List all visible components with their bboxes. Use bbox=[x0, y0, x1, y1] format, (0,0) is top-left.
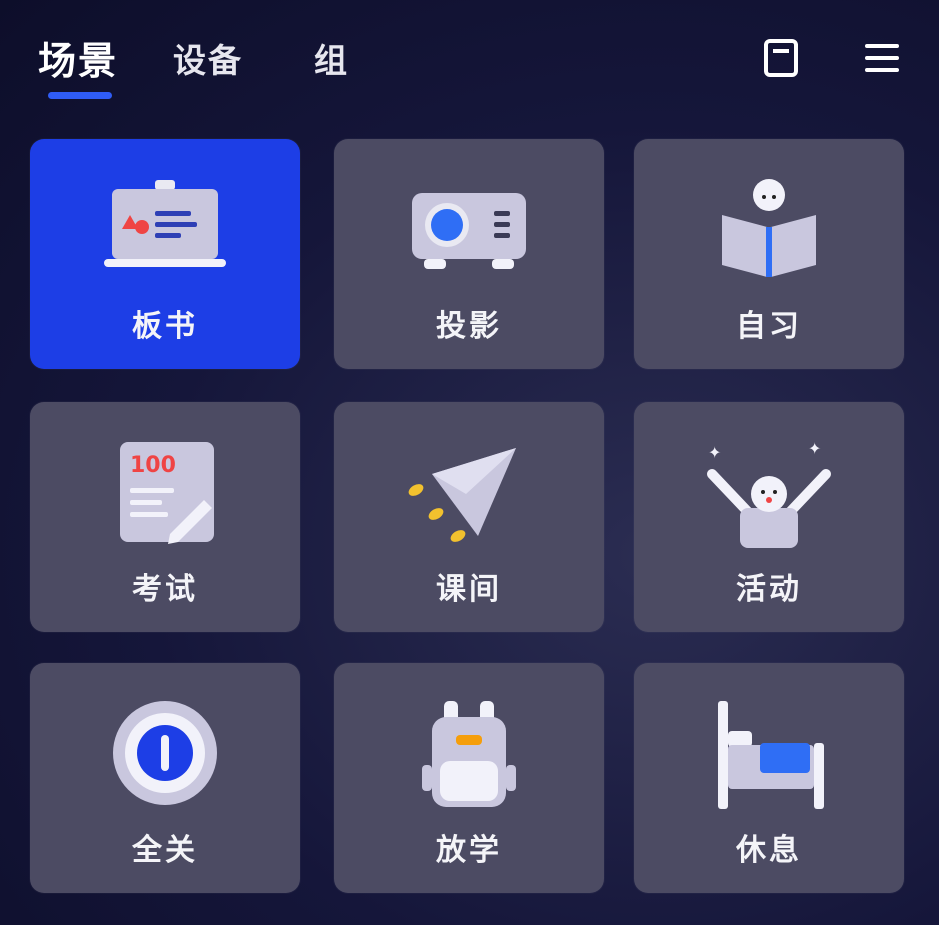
active-tab-indicator bbox=[48, 92, 112, 99]
tab-scenes[interactable]: 场景 bbox=[38, 30, 118, 85]
svg-text:100: 100 bbox=[130, 453, 176, 478]
scene-label: 投影 bbox=[436, 309, 502, 344]
scene-label: 放学 bbox=[436, 833, 502, 868]
scene-tile-activity[interactable]: ✦ ✦ 活动 bbox=[634, 402, 904, 632]
scene-label: 自习 bbox=[736, 309, 802, 344]
exam-paper-icon: 100 bbox=[100, 438, 230, 548]
scene-label: 休息 bbox=[736, 833, 802, 868]
scene-label: 活动 bbox=[736, 572, 802, 607]
backpack-icon bbox=[404, 699, 534, 809]
scene-label: 板书 bbox=[132, 309, 198, 344]
power-off-icon bbox=[100, 699, 230, 809]
svg-text:✦: ✦ bbox=[708, 443, 721, 462]
scene-label: 课间 bbox=[436, 572, 502, 607]
top-bar: 场景 设备 组 bbox=[0, 0, 939, 120]
tab-groups[interactable]: 组 bbox=[314, 34, 349, 82]
blackboard-icon bbox=[100, 175, 230, 285]
scene-tile-blackboard[interactable]: 板书 bbox=[30, 139, 300, 369]
scene-tile-break[interactable]: 课间 bbox=[334, 402, 604, 632]
document-icon[interactable] bbox=[761, 38, 801, 78]
projector-icon bbox=[404, 175, 534, 285]
svg-text:✦: ✦ bbox=[808, 439, 821, 458]
scene-tile-all-off[interactable]: 全关 bbox=[30, 663, 300, 893]
scene-tile-school-out[interactable]: 放学 bbox=[334, 663, 604, 893]
tab-devices[interactable]: 设备 bbox=[173, 34, 243, 82]
self-study-icon bbox=[704, 175, 834, 285]
scene-label: 全关 bbox=[132, 833, 198, 868]
scene-label: 考试 bbox=[132, 572, 198, 607]
activity-cheer-icon: ✦ ✦ bbox=[704, 438, 834, 548]
bed-icon bbox=[704, 699, 834, 809]
paper-plane-icon bbox=[404, 438, 534, 548]
scene-tile-exam[interactable]: 100 考试 bbox=[30, 402, 300, 632]
scene-tile-projection[interactable]: 投影 bbox=[334, 139, 604, 369]
menu-icon[interactable] bbox=[862, 38, 902, 78]
scene-tile-rest[interactable]: 休息 bbox=[634, 663, 904, 893]
scene-tile-self-study[interactable]: 自习 bbox=[634, 139, 904, 369]
